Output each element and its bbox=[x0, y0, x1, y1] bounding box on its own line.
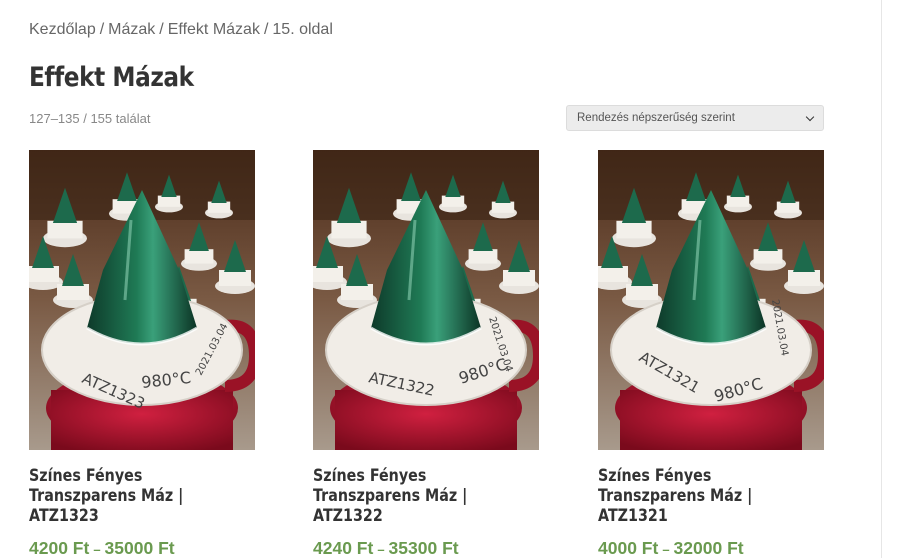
price-separator: – bbox=[93, 542, 101, 557]
breadcrumb-separator: / bbox=[159, 21, 164, 38]
product-image[interactable]: ATZ1323 980°C 2021.03.04 bbox=[29, 150, 255, 450]
breadcrumb-effekt-mazak-link[interactable]: Effekt Mázak bbox=[168, 21, 260, 38]
product-title[interactable]: Színes Fényes Transzparens Máz | ATZ1322 bbox=[313, 466, 538, 526]
product-card: ATZ1323 980°C 2021.03.04 Színes Fényes T… bbox=[29, 150, 255, 558]
product-image[interactable]: ATZ1322 980°C 2021.03.04 bbox=[313, 150, 539, 450]
breadcrumb: Kezdőlap / Mázak / Effekt Mázak/15. oldal bbox=[29, 21, 333, 39]
price-min: 4000 Ft bbox=[598, 538, 659, 558]
product-image[interactable]: ATZ1321 980°C 2021.03.04 bbox=[598, 150, 824, 450]
breadcrumb-separator: / bbox=[263, 21, 269, 38]
product-card: ATZ1322 980°C 2021.03.04 Színes Fényes T… bbox=[313, 150, 539, 558]
product-price: 4240 Ft –35300 Ft bbox=[313, 538, 539, 558]
product-price: 4200 Ft –35000 Ft bbox=[29, 538, 255, 558]
price-max: 35000 Ft bbox=[104, 538, 175, 558]
price-separator: – bbox=[662, 542, 670, 557]
page-title: Effekt Mázak bbox=[29, 62, 194, 93]
orderby-selected-value: Rendezés népszerűség szerint bbox=[577, 112, 735, 124]
price-separator: – bbox=[377, 542, 385, 557]
price-max: 35300 Ft bbox=[388, 538, 459, 558]
price-min: 4200 Ft bbox=[29, 538, 90, 558]
product-title[interactable]: Színes Fényes Transzparens Máz | ATZ1321 bbox=[598, 466, 823, 526]
product-card: ATZ1321 980°C 2021.03.04 Színes Fényes T… bbox=[598, 150, 824, 558]
breadcrumb-current-page: 15. oldal bbox=[272, 21, 333, 38]
content-border bbox=[881, 0, 882, 558]
breadcrumb-separator: / bbox=[99, 21, 105, 38]
breadcrumb-mazak-link[interactable]: Mázak bbox=[108, 21, 155, 38]
product-price: 4000 Ft –32000 Ft bbox=[598, 538, 824, 558]
product-title[interactable]: Színes Fényes Transzparens Máz | ATZ1323 bbox=[29, 466, 254, 526]
price-max: 32000 Ft bbox=[673, 538, 744, 558]
orderby-select[interactable]: Rendezés népszerűség szerint bbox=[566, 105, 824, 131]
chevron-down-icon bbox=[805, 112, 815, 121]
breadcrumb-home-link[interactable]: Kezdőlap bbox=[29, 21, 96, 38]
price-min: 4240 Ft bbox=[313, 538, 374, 558]
result-count: 127–135 / 155 találat bbox=[29, 111, 151, 126]
